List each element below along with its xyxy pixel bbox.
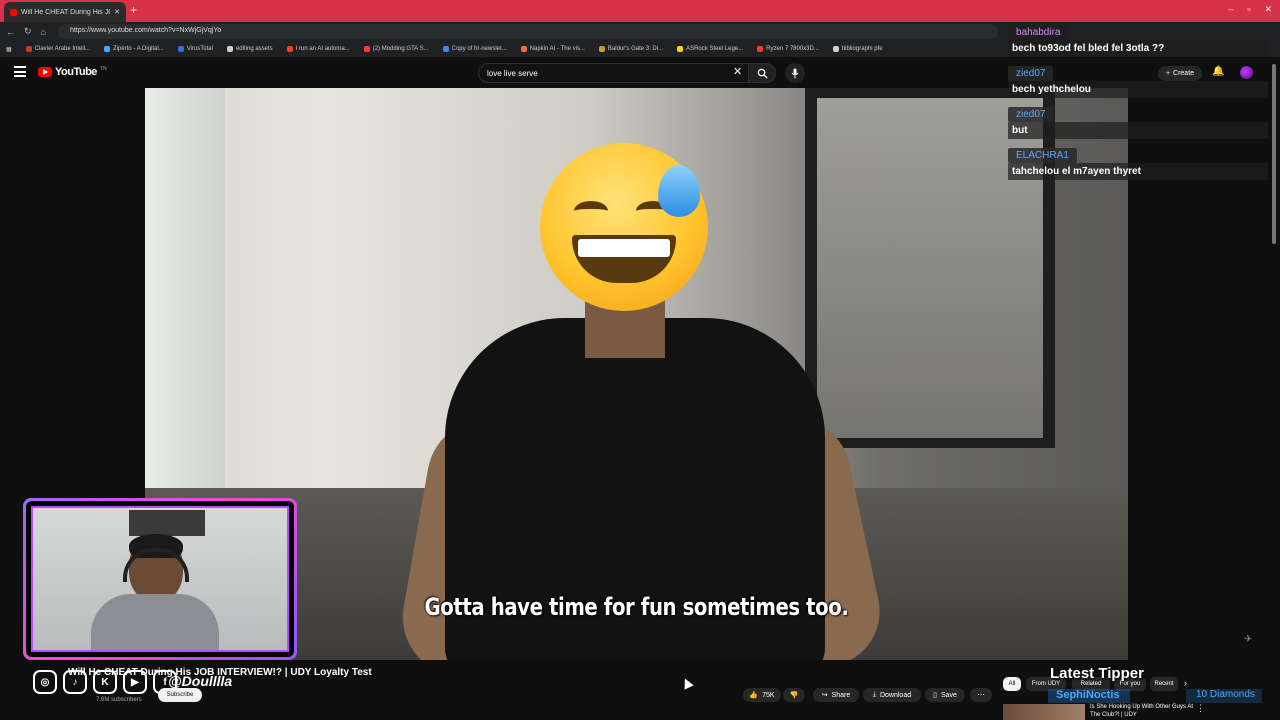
- address-bar[interactable]: https://www.youtube.com/watch?v=NxWjGjVq…: [58, 24, 998, 39]
- bookmark-item[interactable]: Copy of hr-newslet...: [442, 46, 507, 52]
- latest-tipper-heading: Latest Tipper: [1050, 665, 1144, 682]
- chat-username: bahabdira: [1008, 25, 1069, 40]
- chat-message: bahabdira bech to93od fel bled fel 3otla …: [1008, 22, 1268, 57]
- clear-search-icon[interactable]: ✕: [733, 65, 742, 78]
- chat-username: ELACHRA1: [1008, 148, 1077, 163]
- bookmark-item[interactable]: I run an AI automa...: [286, 46, 350, 52]
- search-button[interactable]: [748, 63, 776, 83]
- related-video-title[interactable]: Is She Hooking Up With Other Guys At The…: [1090, 703, 1200, 719]
- hamburger-menu-icon[interactable]: [14, 66, 26, 77]
- page-scrollbar[interactable]: [1272, 64, 1276, 244]
- youtube-play-icon: [38, 67, 52, 77]
- bookmark-item[interactable]: (2) Modding GTA S...: [363, 46, 429, 52]
- microphone-icon: [791, 68, 799, 78]
- subscribe-button[interactable]: Subscribe: [158, 688, 202, 702]
- reload-icon[interactable]: ↻: [24, 26, 32, 37]
- youtube-logo[interactable]: YouTube TN: [38, 66, 107, 78]
- channel-subscribers: 7.6M subscribers: [96, 697, 142, 703]
- streamer-webcam: [23, 498, 297, 660]
- bookmark-favicon-icon: [520, 46, 527, 52]
- dislike-button[interactable]: 👎: [783, 688, 805, 702]
- share-icon: ↪: [821, 692, 828, 699]
- bookmark-favicon-icon: [363, 46, 370, 52]
- bookmark-icon: ▯: [933, 692, 937, 699]
- bookmark-favicon-icon: [25, 46, 32, 52]
- instagram-icon: ◎: [33, 670, 57, 694]
- bookmark-favicon-icon: [832, 46, 839, 52]
- home-icon[interactable]: ⌂: [41, 27, 46, 37]
- chat-message: ELACHRA1 tahchelou el m7ayen thyret: [1008, 145, 1268, 180]
- bookmark-item[interactable]: Baldur's Gate 3: Di...: [598, 46, 663, 52]
- tab-close-icon[interactable]: ✕: [114, 8, 120, 16]
- chip-recent[interactable]: Recent: [1150, 677, 1178, 691]
- related-video-thumbnail[interactable]: [1003, 704, 1085, 720]
- bookmark-item[interactable]: editing assets: [226, 46, 273, 52]
- bookmark-item[interactable]: Clavier Arabe Intell...: [25, 46, 90, 52]
- chat-username: zied07: [1008, 66, 1054, 81]
- mouse-cursor-icon: [680, 676, 694, 690]
- tipper-name: SephiNoctis: [1048, 689, 1130, 703]
- bookmark-item[interactable]: ASRock Steel Lege...: [677, 46, 743, 52]
- bookmark-favicon-icon: [104, 46, 111, 52]
- bookmark-item[interactable]: bibliographi pfe: [832, 46, 883, 52]
- bookmark-favicon-icon: [757, 46, 764, 52]
- chevron-right-icon[interactable]: ›: [1184, 678, 1187, 688]
- bookmark-item[interactable]: Ziperto - A Digital...: [104, 46, 164, 52]
- chat-message: zied07 bech yethchelou: [1008, 63, 1268, 98]
- bookmark-favicon-icon: [677, 46, 684, 52]
- close-window-button[interactable]: ✕: [1264, 4, 1272, 15]
- thumbs-up-icon: 👍: [749, 692, 759, 699]
- voice-search-button[interactable]: [785, 63, 805, 83]
- chat-text: bech to93od fel bled fel 3otla ??: [1008, 40, 1268, 57]
- chat-message: zied07 but: [1008, 104, 1268, 139]
- sweat-smile-emoji-icon: [540, 143, 708, 311]
- minimize-button[interactable]: –: [1228, 4, 1233, 15]
- streamer-handle: @Doulllla: [168, 673, 233, 689]
- download-button[interactable]: ⤓ Download: [863, 688, 921, 702]
- browser-tab[interactable]: Will He CHEAT During His JOB ✕: [4, 2, 126, 22]
- search-input[interactable]: love live serve: [478, 63, 750, 83]
- stream-chat-overlay: bahabdira bech to93od fel bled fel 3otla …: [1008, 22, 1268, 186]
- maximize-button[interactable]: ▫: [1247, 4, 1250, 15]
- bookmark-favicon-icon: [177, 46, 184, 52]
- chat-text: tahchelou el m7ayen thyret: [1008, 163, 1268, 180]
- chat-text: bech yethchelou: [1008, 81, 1268, 98]
- chat-username: zied07: [1008, 107, 1054, 122]
- back-icon[interactable]: ←: [6, 27, 15, 37]
- more-horizontal-icon: ⋯: [977, 692, 985, 699]
- youtube-favicon-icon: [10, 8, 17, 16]
- stream-watermark-icon: ✈: [1244, 634, 1253, 645]
- bookmark-item[interactable]: Ryzen 7 7800x3D...: [757, 46, 819, 52]
- window-controls: – ▫ ✕: [1228, 4, 1272, 15]
- apps-grid-icon[interactable]: ▦: [6, 46, 12, 53]
- save-button[interactable]: ▯ Save: [925, 688, 965, 702]
- bookmark-favicon-icon: [286, 46, 293, 52]
- chat-text: but: [1008, 122, 1268, 139]
- share-button[interactable]: ↪ Share: [813, 688, 859, 702]
- download-icon: ⤓: [872, 691, 876, 698]
- more-vertical-icon[interactable]: ⋮: [1196, 703, 1205, 714]
- browser-tab-strip: Will He CHEAT During His JOB ✕ + – ▫ ✕: [0, 0, 1280, 22]
- tab-title: Will He CHEAT During His JOB: [21, 8, 111, 16]
- video-caption: Gotta have time for fun sometimes too.: [424, 593, 849, 621]
- thumbs-down-icon: 👎: [789, 692, 799, 699]
- like-button[interactable]: 👍 75K: [743, 688, 781, 702]
- bookmark-favicon-icon: [226, 46, 233, 52]
- more-actions-button[interactable]: ⋯: [970, 688, 992, 702]
- new-tab-button[interactable]: +: [130, 3, 137, 17]
- bookmark-favicon-icon: [598, 46, 605, 52]
- bookmark-item[interactable]: Napkin AI - The vis...: [520, 46, 585, 52]
- bookmark-item[interactable]: VirusTotal: [177, 46, 213, 52]
- tipper-amount: 10 Diamonds: [1186, 689, 1262, 703]
- search-icon: [757, 68, 768, 79]
- bookmark-favicon-icon: [442, 46, 449, 52]
- chip-all[interactable]: All: [1003, 677, 1021, 691]
